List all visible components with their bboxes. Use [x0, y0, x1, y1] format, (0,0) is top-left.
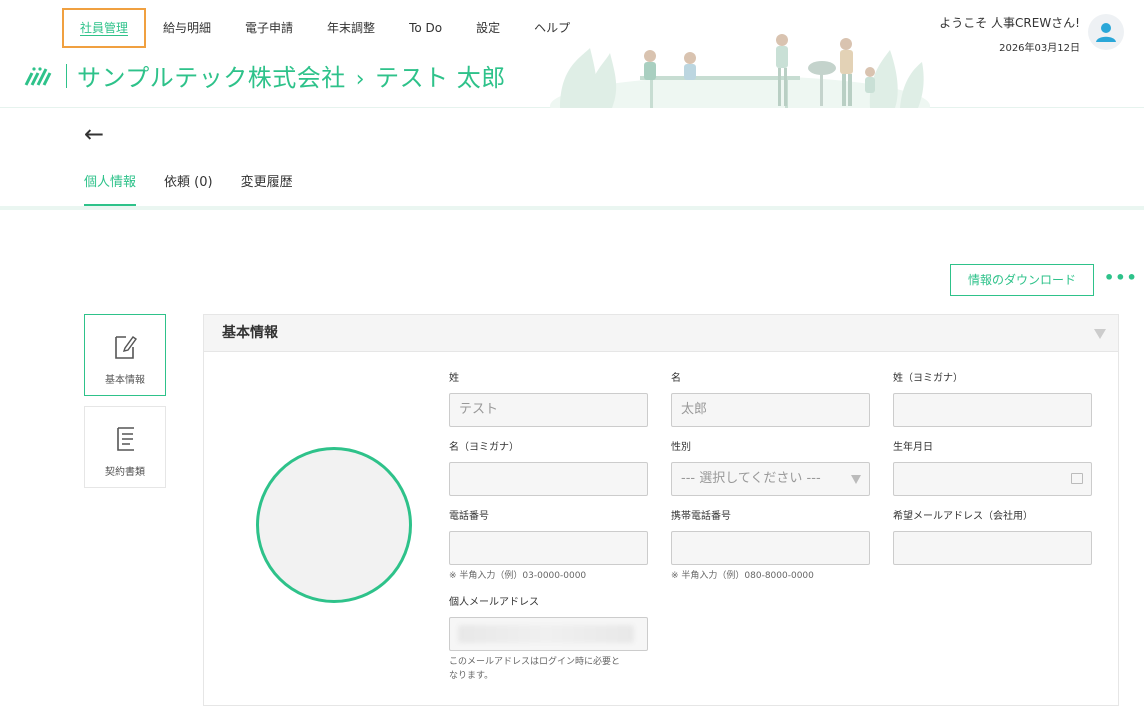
tab-bar: 個人情報 依頼 (0) 変更履歴 [84, 170, 321, 206]
last-name-input[interactable]: テスト [449, 393, 648, 427]
calendar-icon[interactable] [1071, 473, 1083, 484]
work-email-input[interactable] [893, 531, 1092, 565]
side-item-label: 契約書類 [105, 467, 145, 478]
field-label: 生年月日 [893, 442, 933, 453]
dropdown-arrow-icon [851, 475, 861, 484]
welcome-block: ようこそ 人事CREWさん! 2026年03月12日 [939, 14, 1080, 54]
last-kana-input[interactable] [893, 393, 1092, 427]
field-label: 名 [671, 373, 681, 384]
company-name[interactable]: サンプルテック株式会社 [77, 64, 346, 92]
nav-item-todo[interactable]: To Do [392, 8, 459, 48]
profile-photo-placeholder[interactable] [256, 447, 412, 603]
title-divider [66, 63, 67, 88]
mobile-hint: ※ 半角入力（例）080-8000-0000 [671, 571, 814, 581]
first-kana-input[interactable] [449, 462, 648, 496]
nav-item-payslip[interactable]: 給与明細 [146, 8, 228, 48]
tab-change-history[interactable]: 変更履歴 [241, 170, 293, 206]
more-options-icon[interactable]: ••• [1104, 268, 1138, 287]
welcome-text: ようこそ 人事CREWさん! [939, 16, 1080, 30]
collapse-triangle-icon[interactable] [1094, 329, 1106, 339]
user-avatar[interactable] [1088, 14, 1124, 50]
breadcrumb-separator: › [355, 67, 366, 92]
side-item-contract-documents[interactable]: 契約書類 [84, 406, 166, 488]
last-name-field: 姓 テスト [449, 369, 649, 427]
mobile-input[interactable] [671, 531, 870, 565]
employee-name: テスト 太郎 [375, 64, 506, 92]
work-email-field: 希望メールアドレス（会社用） [893, 507, 1093, 565]
last-kana-field: 姓（ヨミガナ） [893, 369, 1093, 427]
top-header: 社員管理 給与明細 電子申請 年末調整 To Do 設定 ヘルプ ようこそ 人事… [0, 0, 1144, 108]
current-date: 2026年03月12日 [999, 43, 1080, 54]
field-label: 個人メールアドレス [449, 597, 539, 608]
field-label: 性別 [671, 442, 691, 453]
birthdate-field: 生年月日 [893, 438, 1093, 496]
side-menu: 基本情報 契約書類 [84, 314, 166, 498]
field-label: 携帯電話番号 [671, 511, 731, 522]
header-illustration [550, 34, 930, 108]
field-label: 名（ヨミガナ） [449, 442, 519, 453]
tab-requests[interactable]: 依頼 (0) [164, 170, 213, 206]
panel-header[interactable]: 基本情報 [204, 315, 1118, 352]
personal-email-field: 個人メールアドレス このメールアドレスはログイン時に必要となります。 [449, 593, 649, 683]
company-logo-icon [24, 61, 54, 91]
section-title: 基本情報 [222, 325, 278, 341]
nav-item-e-application[interactable]: 電子申請 [228, 8, 310, 48]
field-label: 姓 [449, 373, 459, 384]
tab-personal-info[interactable]: 個人情報 [84, 170, 137, 206]
back-arrow-icon[interactable]: ← [84, 120, 104, 148]
side-item-basic-info[interactable]: 基本情報 [84, 314, 166, 396]
nav-item-year-end-adjustment[interactable]: 年末調整 [310, 8, 392, 48]
side-item-label: 基本情報 [105, 375, 145, 386]
personal-email-hint: このメールアドレスはログイン時に必要となります。 [449, 657, 621, 681]
first-kana-field: 名（ヨミガナ） [449, 438, 649, 496]
redacted-email-blur [458, 625, 634, 643]
phone-hint: ※ 半角入力（例）03-0000-0000 [449, 571, 587, 581]
phone-field: 電話番号 ※ 半角入力（例）03-0000-0000 [449, 507, 649, 583]
document-list-icon [117, 427, 134, 451]
main-nav: 社員管理 給与明細 電子申請 年末調整 To Do 設定 ヘルプ [62, 8, 587, 48]
field-label: 希望メールアドレス（会社用） [893, 511, 1033, 522]
phone-input[interactable] [449, 531, 648, 565]
basic-info-panel: 基本情報 姓 テスト 名 太郎 姓（ヨミガナ） 名（ヨミガナ） 性別 --- 選… [203, 314, 1119, 706]
nav-item-help[interactable]: ヘルプ [517, 8, 587, 48]
gender-field: 性別 --- 選択してください --- [671, 438, 871, 496]
user-icon [1096, 23, 1116, 42]
nav-item-employee-management[interactable]: 社員管理 [62, 8, 147, 48]
first-name-input[interactable]: 太郎 [671, 393, 870, 427]
personal-email-input[interactable] [449, 617, 648, 651]
field-label: 姓（ヨミガナ） [893, 373, 963, 384]
birthdate-input[interactable] [893, 462, 1092, 496]
page-title-row: サンプルテック株式会社 › テスト 太郎 [24, 58, 506, 93]
mobile-field: 携帯電話番号 ※ 半角入力（例）080-8000-0000 [671, 507, 871, 583]
gender-select[interactable]: --- 選択してください --- [671, 462, 870, 496]
edit-document-icon [115, 336, 137, 359]
first-name-field: 名 太郎 [671, 369, 871, 427]
gender-selected-value: --- 選択してください --- [681, 471, 821, 486]
nav-item-settings[interactable]: 設定 [459, 8, 517, 48]
download-info-button[interactable]: 情報のダウンロード [950, 264, 1094, 296]
field-label: 電話番号 [449, 511, 489, 522]
page-title: サンプルテック株式会社 › テスト 太郎 [77, 58, 506, 93]
